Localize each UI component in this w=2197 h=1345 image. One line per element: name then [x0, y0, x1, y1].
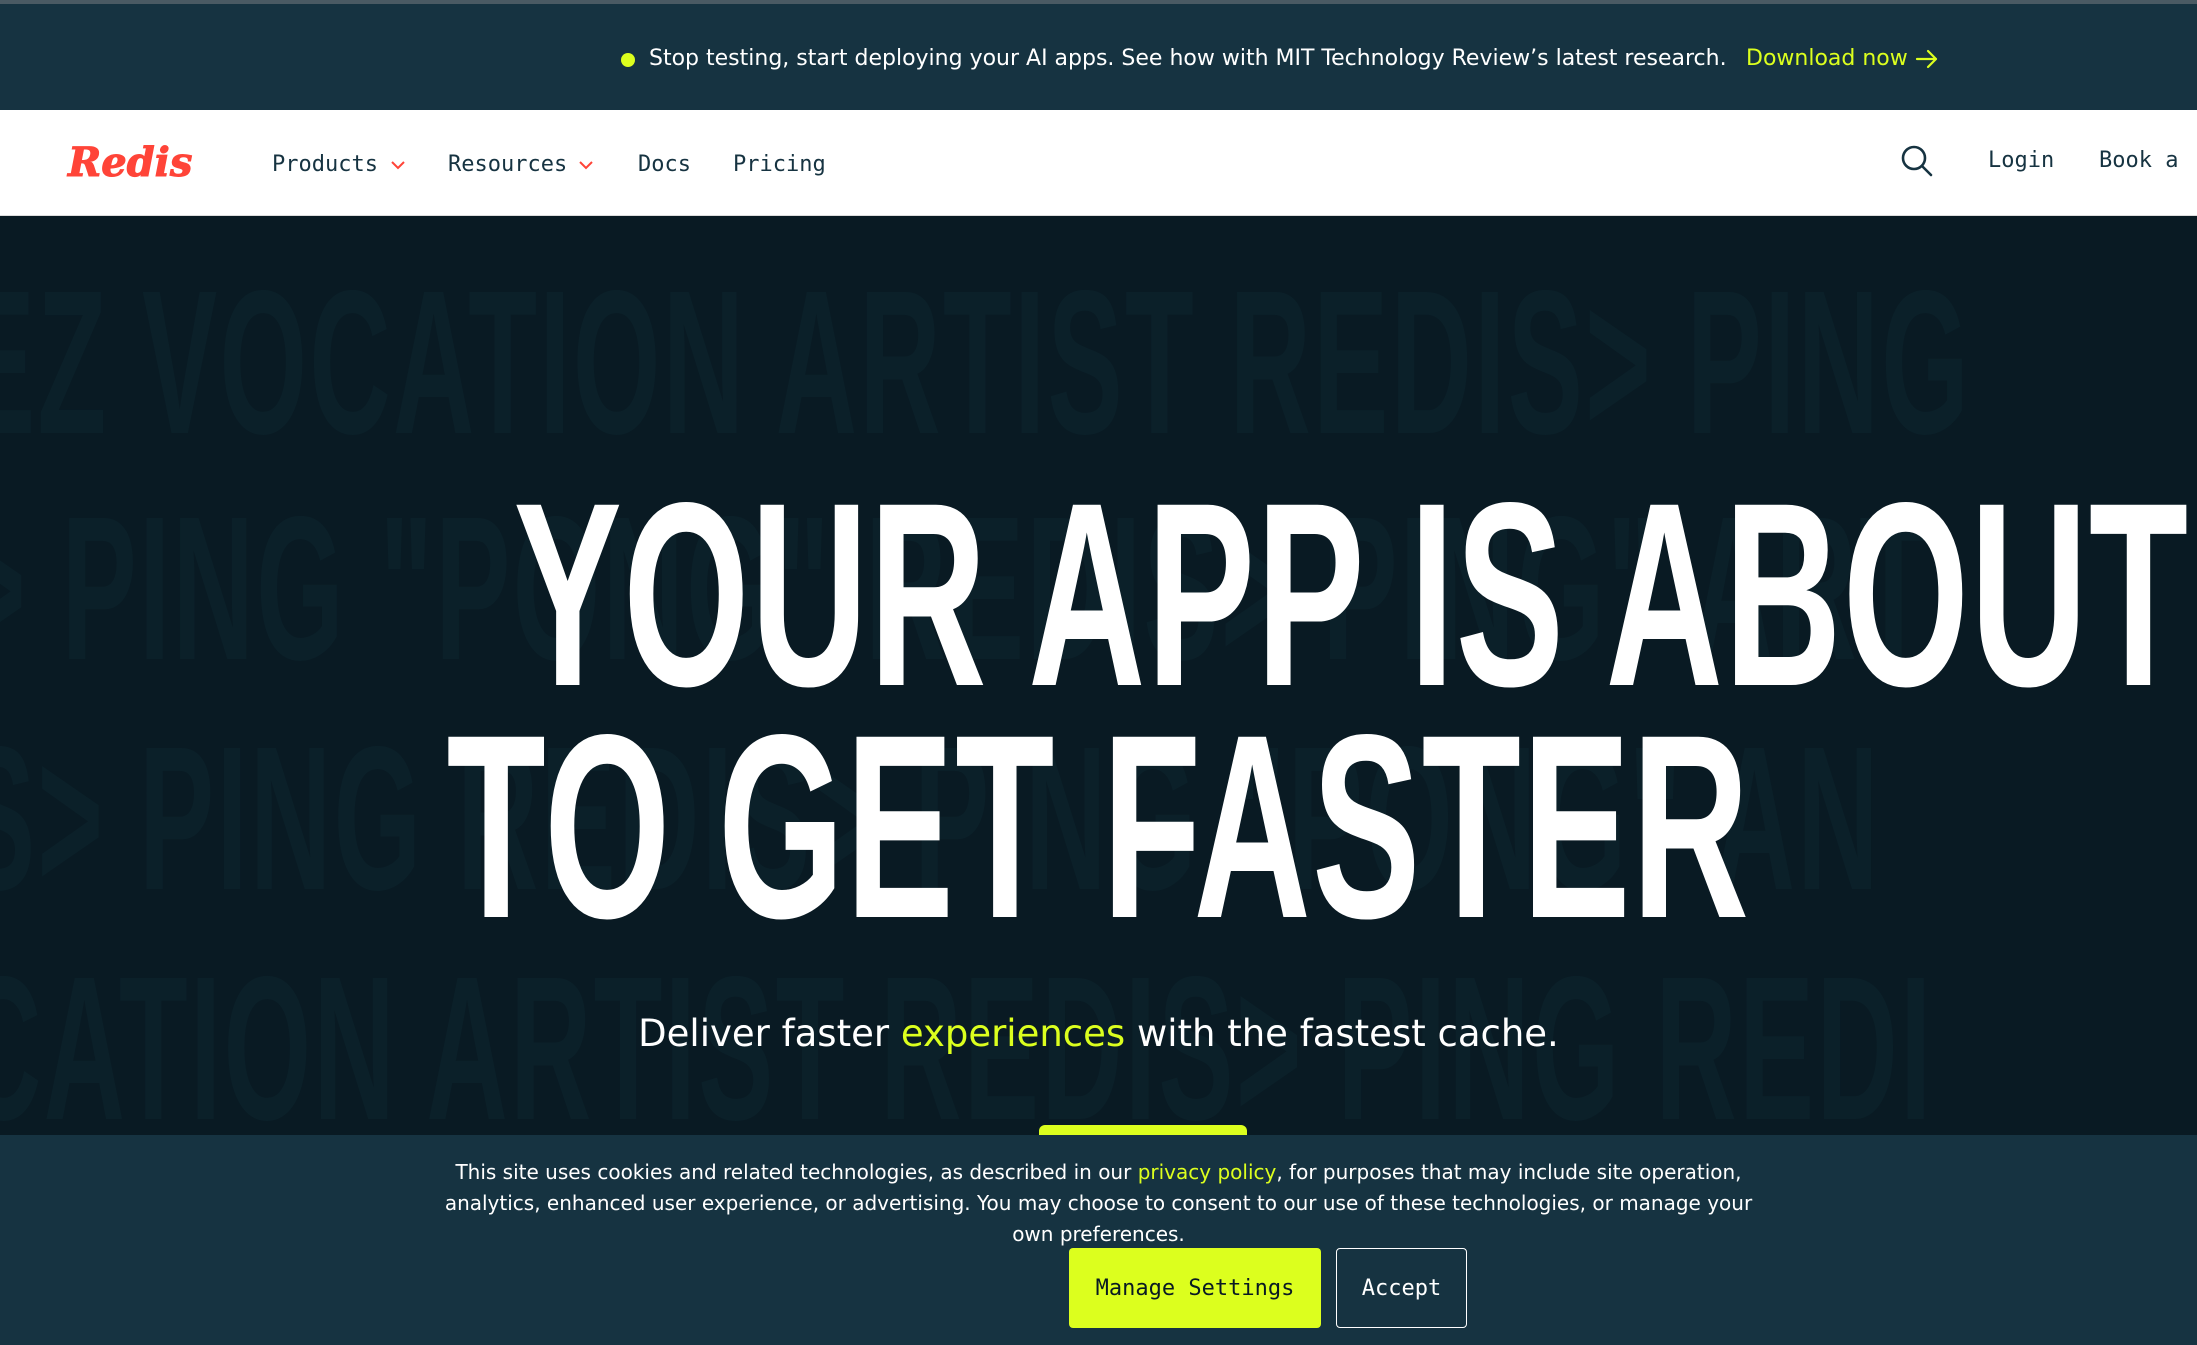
- announcement-bar: Stop testing, start deploying your AI ap…: [0, 0, 2197, 110]
- hero-subtitle: Deliver faster experiences with the fast…: [0, 1012, 2197, 1056]
- hero-headline-line-1: YOUR APP IS ABOUT: [0, 448, 2197, 741]
- announcement-text: Stop testing, start deploying your AI ap…: [649, 46, 1727, 71]
- accept-button[interactable]: Accept: [1336, 1248, 1467, 1328]
- chevron-down-icon[interactable]: [578, 160, 594, 170]
- headline-text: YOUR APP IS ABOUT: [513, 448, 2190, 741]
- hero-bg-text: EZ VOCATION ARTIST REDIS> PING: [0, 248, 1972, 477]
- nav-pricing[interactable]: Pricing: [733, 150, 826, 180]
- subtitle-text: Deliver faster: [638, 1012, 901, 1055]
- redis-logo[interactable]: Redis: [66, 138, 194, 188]
- arrow-right-icon[interactable]: [1915, 48, 1939, 70]
- privacy-policy-link[interactable]: privacy policy: [1138, 1160, 1277, 1184]
- chevron-down-icon[interactable]: [390, 160, 406, 170]
- search-icon[interactable]: [1900, 144, 1934, 178]
- nav-docs[interactable]: Docs: [638, 150, 691, 180]
- login-link[interactable]: Login: [1988, 146, 2054, 176]
- nav-products[interactable]: Products: [272, 150, 378, 180]
- manage-settings-button[interactable]: Manage Settings: [1069, 1248, 1321, 1328]
- hero-headline-line-2: TO GET FASTER: [0, 680, 2197, 973]
- cookie-text-part: This site uses cookies and related techn…: [455, 1160, 1138, 1184]
- subtitle-text: with the fastest cache.: [1125, 1012, 1559, 1055]
- cookie-text: This site uses cookies and related techn…: [430, 1157, 1767, 1250]
- logo-text: Redis: [67, 139, 192, 186]
- download-now-link[interactable]: Download now: [1746, 42, 1908, 76]
- headline-text: TO GET FASTER: [446, 680, 1751, 973]
- book-demo-button[interactable]: Book a: [2099, 146, 2178, 176]
- status-dot: [621, 53, 635, 67]
- hero-bg-text: REDIS> PING "PONG" PING "CODE": [0, 216, 1985, 246]
- subtitle-highlight: experiences: [900, 1012, 1126, 1055]
- nav-resources[interactable]: Resources: [448, 150, 567, 180]
